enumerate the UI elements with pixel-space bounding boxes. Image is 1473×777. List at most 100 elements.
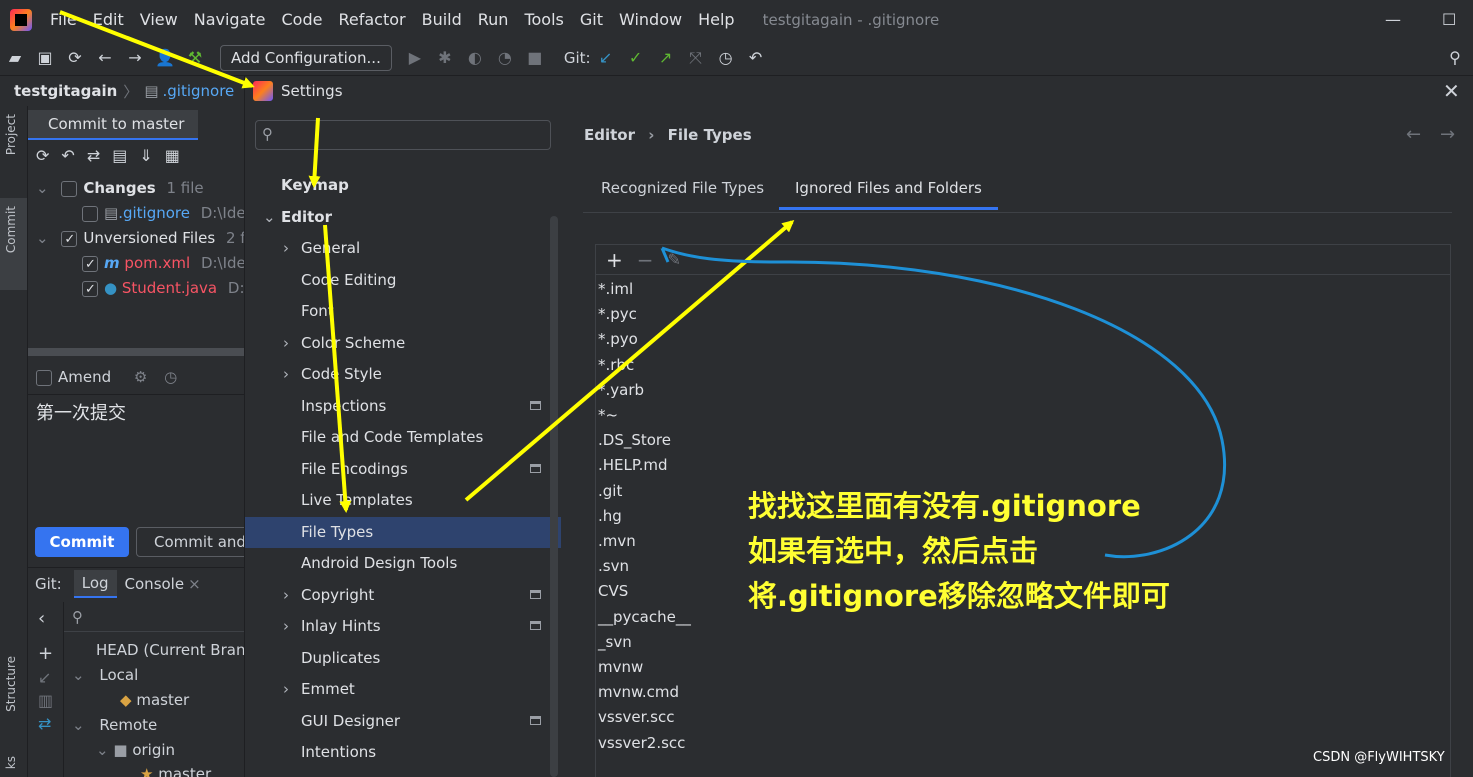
settings-search-input[interactable]: ⚲ — [255, 120, 551, 150]
head-branch[interactable]: HEAD (Current Branc — [96, 638, 244, 663]
nav-item[interactable]: GUI Designer — [245, 706, 561, 737]
list-item[interactable]: *~ — [598, 403, 618, 428]
nav-item[interactable]: ⌄ Editor — [245, 202, 561, 233]
list-item[interactable]: *.rbc — [598, 353, 634, 378]
checkout-icon[interactable]: ↙ — [38, 668, 63, 687]
amend-checkbox[interactable] — [36, 369, 52, 386]
git-update-icon[interactable]: ↙ — [591, 48, 621, 67]
unversioned-checkbox[interactable] — [61, 227, 78, 252]
chevron-down-icon[interactable]: ⌄ — [263, 202, 276, 233]
unversioned-group[interactable]: ⌄ Unversioned Files 2 fi — [36, 226, 244, 252]
nav-item[interactable]: Duplicates — [245, 643, 561, 674]
nav-item[interactable]: › General — [245, 233, 561, 264]
menu-edit[interactable]: Edit — [85, 0, 132, 40]
project-tab[interactable]: Project — [4, 114, 18, 155]
origin-master-branch[interactable]: ★ master — [140, 762, 211, 777]
minimize-icon[interactable]: — — [1385, 10, 1401, 29]
fetch-icon[interactable]: ⇄ — [38, 714, 63, 733]
chevron-right-icon[interactable]: › — [283, 674, 289, 705]
nav-item[interactable]: › Color Scheme — [245, 328, 561, 359]
nav-item[interactable]: Font — [245, 296, 561, 327]
list-item[interactable]: mvnw — [598, 655, 643, 680]
nav-item[interactable]: › Copyright — [245, 580, 561, 611]
change-file-checkbox[interactable] — [82, 205, 98, 222]
breadcrumb-project[interactable]: testgitagain — [14, 82, 117, 100]
nav-item[interactable]: Keymap — [245, 170, 561, 201]
unversioned-file-row[interactable]: m pom.xml D:\Ide — [82, 251, 244, 277]
list-item[interactable]: .DS_Store — [598, 428, 671, 453]
commit-toolbar-icons[interactable]: ⟳↶⇄▤⇓▦ — [36, 146, 192, 165]
list-item[interactable]: CVS — [598, 579, 628, 604]
chevron-right-icon[interactable]: › — [283, 233, 289, 264]
local-group[interactable]: ⌄ Local — [72, 663, 138, 688]
chevron-left-icon[interactable]: ‹ — [38, 608, 63, 629]
profile-icon[interactable]: ◔ — [490, 48, 520, 67]
chevron-right-icon[interactable]: › — [283, 769, 289, 777]
nav-item[interactable]: Android Design Tools — [245, 548, 561, 579]
forward-icon[interactable]: → — [120, 48, 150, 67]
nav-item[interactable]: File Types — [245, 516, 561, 548]
back-arrow-icon[interactable]: ← — [1406, 124, 1421, 145]
git-commit-icon[interactable]: ✓ — [621, 48, 651, 67]
stop-icon[interactable]: ■ — [520, 48, 550, 67]
chevron-right-icon[interactable]: › — [283, 328, 289, 359]
nav-item[interactable]: File Encodings — [245, 454, 561, 485]
log-tab[interactable]: Log — [73, 570, 117, 598]
delete-icon[interactable]: ▥ — [38, 691, 63, 710]
nav-scrollbar[interactable] — [550, 216, 558, 777]
menu-run[interactable]: Run — [470, 0, 517, 40]
tab-recognized-file-types[interactable]: Recognized File Types — [601, 174, 764, 210]
add-configuration-button[interactable]: Add Configuration... — [220, 44, 392, 71]
remote-group[interactable]: ⌄ Remote — [72, 713, 157, 738]
commit-tab[interactable]: Commit — [4, 206, 18, 253]
user-icon[interactable]: 👤 — [150, 48, 180, 67]
commit-and-push-button[interactable]: Commit and — [136, 527, 244, 557]
menu-build[interactable]: Build — [414, 0, 470, 40]
menu-help[interactable]: Help — [690, 0, 742, 40]
search-everywhere-icon[interactable]: ⚲ — [1440, 48, 1470, 67]
edit-pencil-icon[interactable]: ✎ — [668, 250, 681, 269]
menu-navigate[interactable]: Navigate — [186, 0, 274, 40]
change-file-row[interactable]: ▤.gitignore D:\Ide — [82, 201, 244, 226]
sync-icon[interactable]: ⟳ — [60, 48, 90, 67]
back-icon[interactable]: ← — [90, 48, 120, 67]
close-icon[interactable]: × — [188, 575, 201, 593]
debug-icon[interactable]: ✱ — [430, 48, 460, 67]
tab-ignored-files[interactable]: Ignored Files and Folders — [779, 174, 998, 210]
list-item[interactable]: _svn — [598, 630, 632, 655]
origin-group[interactable]: ⌄ ■ origin — [96, 738, 175, 763]
git-rollback-icon[interactable]: ↶ — [741, 48, 771, 67]
breadcrumb-file[interactable]: .gitignore — [163, 82, 235, 100]
list-item[interactable]: .mvn — [598, 529, 636, 554]
list-item[interactable]: *.yarb — [598, 378, 644, 403]
forward-arrow-icon[interactable]: → — [1440, 124, 1455, 145]
list-item[interactable]: *.pyc — [598, 302, 637, 327]
nav-item[interactable]: Code Editing — [245, 265, 561, 296]
bookmarks-tab[interactable]: ks — [4, 756, 18, 769]
menu-refactor[interactable]: Refactor — [330, 0, 413, 40]
build-hammer-icon[interactable]: ⚒ — [180, 48, 210, 67]
git-merge-icon[interactable]: ⤧ — [681, 48, 711, 68]
chevron-right-icon[interactable]: › — [283, 611, 289, 642]
coverage-icon[interactable]: ◐ — [460, 48, 490, 67]
open-folder-icon[interactable]: ▰ — [0, 48, 30, 67]
changes-checkbox[interactable] — [61, 180, 78, 197]
list-item[interactable]: *.iml — [598, 277, 633, 302]
gear-icon[interactable]: ⚙ — [134, 368, 147, 386]
nav-item[interactable]: › Emmet — [245, 674, 561, 705]
menu-file[interactable]: File — [42, 0, 85, 40]
list-item[interactable]: mvnw.cmd — [598, 680, 679, 705]
branch-search-input[interactable] — [64, 602, 244, 632]
chevron-right-icon[interactable]: › — [283, 359, 289, 390]
changes-group[interactable]: ⌄ Changes 1 file — [36, 176, 204, 201]
local-master-branch[interactable]: ◆ master — [120, 688, 189, 713]
structure-tab[interactable]: Structure — [4, 656, 18, 712]
nav-item[interactable]: › Inlay Hints — [245, 611, 561, 642]
git-history-icon[interactable]: ◷ — [711, 48, 741, 67]
list-item[interactable]: __pycache__ — [598, 605, 691, 630]
chevron-right-icon[interactable]: › — [283, 580, 289, 611]
console-tab[interactable]: Console — [125, 575, 185, 593]
nav-item[interactable]: Live Templates — [245, 485, 561, 516]
add-icon[interactable]: + — [606, 248, 623, 272]
maximize-icon[interactable]: ☐ — [1442, 10, 1456, 29]
